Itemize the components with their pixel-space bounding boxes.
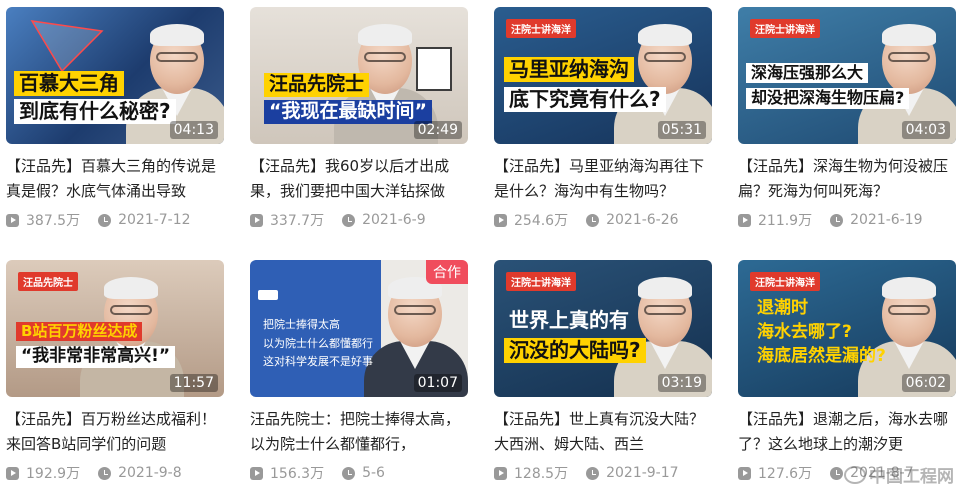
video-title[interactable]: 【汪品先】百万粉丝达成福利！来回答B站同学们的问题: [6, 407, 224, 457]
channel-logo: [258, 290, 278, 300]
video-thumbnail[interactable]: 汪院士讲海洋 马里亚纳海沟 底下究竟有什么? 05:31: [494, 7, 712, 144]
play-count-icon: [494, 466, 507, 480]
duration-label: 04:13: [169, 121, 218, 139]
video-thumbnail[interactable]: 汪品先院士 B站百万粉丝达成 “我非常非常高兴!” 11:57: [6, 260, 224, 397]
clock-icon: [98, 466, 112, 480]
clock-icon: [342, 213, 356, 227]
video-meta: 211.9万 2021-6-19: [738, 209, 956, 231]
video-title[interactable]: 【汪品先】马里亚纳海沟再往下是什么？海沟中有生物吗？: [494, 154, 712, 204]
play-count-icon: [250, 466, 263, 480]
clock-icon: [342, 466, 356, 480]
video-meta: 337.7万 2021-6-9: [250, 209, 468, 231]
series-tag: 汪院士讲海洋: [506, 272, 576, 291]
thumbnail-headline: 退潮时 海水去哪了? 海底居然是漏的?: [757, 298, 886, 367]
collab-badge: 合作: [426, 260, 468, 284]
video-thumbnail[interactable]: 百慕大三角 到底有什么秘密? 04:13: [6, 7, 224, 144]
video-title[interactable]: 【汪品先】我60岁以后才出成果，我们要把中国大洋钻探做: [250, 154, 468, 204]
series-tag: 汪院士讲海洋: [506, 19, 576, 38]
view-count: 156.3万: [270, 466, 325, 482]
play-count-icon: [738, 213, 751, 227]
view-count: 337.7万: [270, 213, 325, 229]
publish-date: 2021-7-12: [118, 212, 191, 228]
view-count: 211.9万: [758, 213, 813, 229]
thumbnail-headline: B站百万粉丝达成 “我非常非常高兴!”: [16, 322, 176, 368]
publish-date: 2021-6-19: [850, 212, 923, 228]
video-meta: 254.6万 2021-6-26: [494, 209, 712, 231]
thumbnail-headline: 汪品先院士 “我现在最缺时间”: [264, 73, 432, 124]
clock-icon: [830, 466, 844, 480]
video-card[interactable]: 汪院士讲海洋 深海压强那么大 却没把深海生物压扁? 04:03 【汪品先】深海生…: [738, 7, 956, 231]
video-card[interactable]: 汪院士讲海洋 马里亚纳海沟 底下究竟有什么? 05:31 【汪品先】马里亚纳海沟…: [494, 7, 712, 231]
view-count: 387.5万: [26, 213, 81, 229]
video-title[interactable]: 【汪品先】退潮之后，海水去哪了？这么地球上的潮汐更: [738, 407, 956, 457]
view-count: 192.9万: [26, 466, 81, 482]
series-tag: 汪院士讲海洋: [750, 272, 820, 291]
play-count-icon: [250, 213, 263, 227]
video-card[interactable]: 汪院士讲海洋 世界上真的有 沉没的大陆吗? 03:19 【汪品先】世上真有沉没大…: [494, 260, 712, 484]
duration-label: 03:19: [657, 374, 706, 392]
duration-label: 04:03: [901, 121, 950, 139]
play-count-icon: [494, 213, 507, 227]
video-title[interactable]: 【汪品先】深海生物为何没被压扁？死海为何叫死海？: [738, 154, 956, 204]
clock-icon: [586, 466, 600, 480]
video-title[interactable]: 【汪品先】百慕大三角的传说是真是假？水底气体涌出导致: [6, 154, 224, 204]
view-count: 127.6万: [758, 466, 813, 482]
play-count-icon: [6, 466, 19, 480]
video-meta: 128.5万 2021-9-17: [494, 462, 712, 484]
site-watermark: 中国工程网: [844, 462, 954, 487]
thumbnail-headline: 马里亚纳海沟 底下究竟有什么?: [504, 57, 666, 112]
publish-date: 2021-6-9: [362, 212, 426, 228]
duration-label: 05:31: [657, 121, 706, 139]
video-meta: 387.5万 2021-7-12: [6, 209, 224, 231]
view-count: 254.6万: [514, 213, 569, 229]
video-card[interactable]: 汪品先院士 “我现在最缺时间” 02:49 【汪品先】我60岁以后才出成果，我们…: [250, 7, 468, 231]
thumbnail-headline: 深海压强那么大 却没把深海生物压扁?: [746, 63, 910, 109]
video-card[interactable]: 百慕大三角 到底有什么秘密? 04:13 【汪品先】百慕大三角的传说是真是假？水…: [6, 7, 224, 231]
watermark-logo-icon: [844, 466, 866, 484]
duration-label: 02:49: [413, 121, 462, 139]
video-title[interactable]: 【汪品先】世上真有沉没大陆？大西洲、姆大陆、西兰: [494, 407, 712, 457]
clock-icon: [586, 213, 600, 227]
publish-date: 5-6: [362, 465, 385, 481]
play-count-icon: [6, 213, 19, 227]
publish-date: 2021-9-8: [118, 465, 182, 481]
publish-date: 2021-6-26: [606, 212, 679, 228]
video-thumbnail[interactable]: 汪院士讲海洋 退潮时 海水去哪了? 海底居然是漏的? 06:02: [738, 260, 956, 397]
video-meta: 192.9万 2021-9-8: [6, 462, 224, 484]
clock-icon: [98, 213, 112, 227]
thumbnail-headline: 把院士捧得太高 以为院士什么都懂都行 这对科学发展不是好事: [263, 318, 373, 368]
video-thumbnail[interactable]: 汪院士讲海洋 深海压强那么大 却没把深海生物压扁? 04:03: [738, 7, 956, 144]
video-title[interactable]: 汪品先院士：把院士捧得太高，以为院士什么都懂都行，: [250, 407, 468, 457]
video-thumbnail[interactable]: 把院士捧得太高 以为院士什么都懂都行 这对科学发展不是好事 合作 01:07: [250, 260, 468, 397]
video-thumbnail[interactable]: 汪品先院士 “我现在最缺时间” 02:49: [250, 7, 468, 144]
video-card[interactable]: 汪院士讲海洋 退潮时 海水去哪了? 海底居然是漏的? 06:02 【汪品先】退潮…: [738, 260, 956, 484]
duration-label: 11:57: [169, 374, 218, 392]
duration-label: 06:02: [901, 374, 950, 392]
publish-date: 2021-9-17: [606, 465, 679, 481]
thumbnail-headline: 百慕大三角 到底有什么秘密?: [14, 71, 176, 124]
video-card[interactable]: 把院士捧得太高 以为院士什么都懂都行 这对科学发展不是好事 合作 01:07 汪…: [250, 260, 468, 484]
clock-icon: [830, 213, 844, 227]
play-count-icon: [738, 466, 751, 480]
duration-label: 01:07: [413, 374, 462, 392]
series-tag: 汪院士讲海洋: [750, 19, 820, 38]
view-count: 128.5万: [514, 466, 569, 482]
video-thumbnail[interactable]: 汪院士讲海洋 世界上真的有 沉没的大陆吗? 03:19: [494, 260, 712, 397]
video-meta: 156.3万 5-6: [250, 462, 468, 484]
video-grid: 百慕大三角 到底有什么秘密? 04:13 【汪品先】百慕大三角的传说是真是假？水…: [0, 0, 960, 491]
series-tag: 汪品先院士: [18, 272, 78, 291]
thumbnail-headline: 世界上真的有 沉没的大陆吗?: [504, 308, 646, 363]
video-card[interactable]: 汪品先院士 B站百万粉丝达成 “我非常非常高兴!” 11:57 【汪品先】百万粉…: [6, 260, 224, 484]
